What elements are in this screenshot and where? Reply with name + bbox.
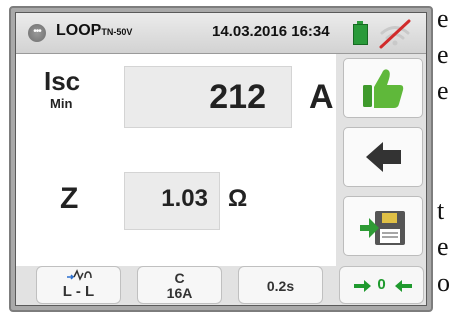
back-button[interactable] xyxy=(343,127,423,187)
results-panel: Isc Min 212 A Z 1.03 Ω xyxy=(16,54,336,266)
save-to-memory-icon xyxy=(360,211,405,245)
trip-time-value: 0.2s xyxy=(266,278,295,294)
page-edge-text: e xyxy=(437,76,449,105)
zero-label: 0 xyxy=(377,276,386,293)
no-wifi-icon xyxy=(379,19,411,49)
isc-min-label: Min xyxy=(50,96,73,111)
page-edge-text: e xyxy=(437,40,449,69)
z-label: Z xyxy=(60,182,79,215)
battery-icon xyxy=(353,21,368,45)
breaker-rating: 16A xyxy=(166,285,193,301)
instrument-screen: ••• LOOPTN-50V 14.03.2016 16:34 Isc Min … xyxy=(15,12,427,306)
isc-unit: A xyxy=(309,78,334,116)
menu-dots-icon[interactable]: ••• xyxy=(28,24,46,42)
isc-value: 212 xyxy=(209,78,266,116)
page-edge-text: e xyxy=(437,4,449,33)
status-bar: ••• LOOPTN-50V 14.03.2016 16:34 xyxy=(16,13,426,54)
z-unit: Ω xyxy=(228,185,248,212)
result-ok-button[interactable] xyxy=(343,58,423,118)
page-edge-text: o xyxy=(437,268,450,297)
page-edge-text: t xyxy=(437,196,445,225)
action-sidebar xyxy=(337,54,426,266)
thumbs-up-icon xyxy=(363,69,404,108)
page-edge-text: e xyxy=(437,232,449,261)
test-mode-label: LOOP xyxy=(56,22,102,39)
instrument-frame: ••• LOOPTN-50V 14.03.2016 16:34 Isc Min … xyxy=(9,6,433,312)
breaker-selector-button[interactable]: C 16A xyxy=(137,266,222,304)
zero-calibration-button[interactable]: 0 xyxy=(339,266,424,304)
back-arrow-icon xyxy=(366,142,401,172)
breaker-curve: C xyxy=(174,270,185,286)
isc-label: Isc xyxy=(44,66,81,96)
save-button[interactable] xyxy=(343,196,423,256)
date-time: 14.03.2016 16:34 xyxy=(212,23,330,40)
trip-time-button[interactable]: 0.2s xyxy=(238,266,323,304)
phase-label: L - L xyxy=(62,283,95,300)
phase-selector-button[interactable]: L - L xyxy=(36,266,121,304)
test-mode-sublabel: TN-50V xyxy=(101,27,133,37)
z-value: 1.03 xyxy=(161,185,208,212)
phase-to-phase-icon xyxy=(67,269,92,281)
test-mode-title: LOOPTN-50V xyxy=(56,22,132,40)
